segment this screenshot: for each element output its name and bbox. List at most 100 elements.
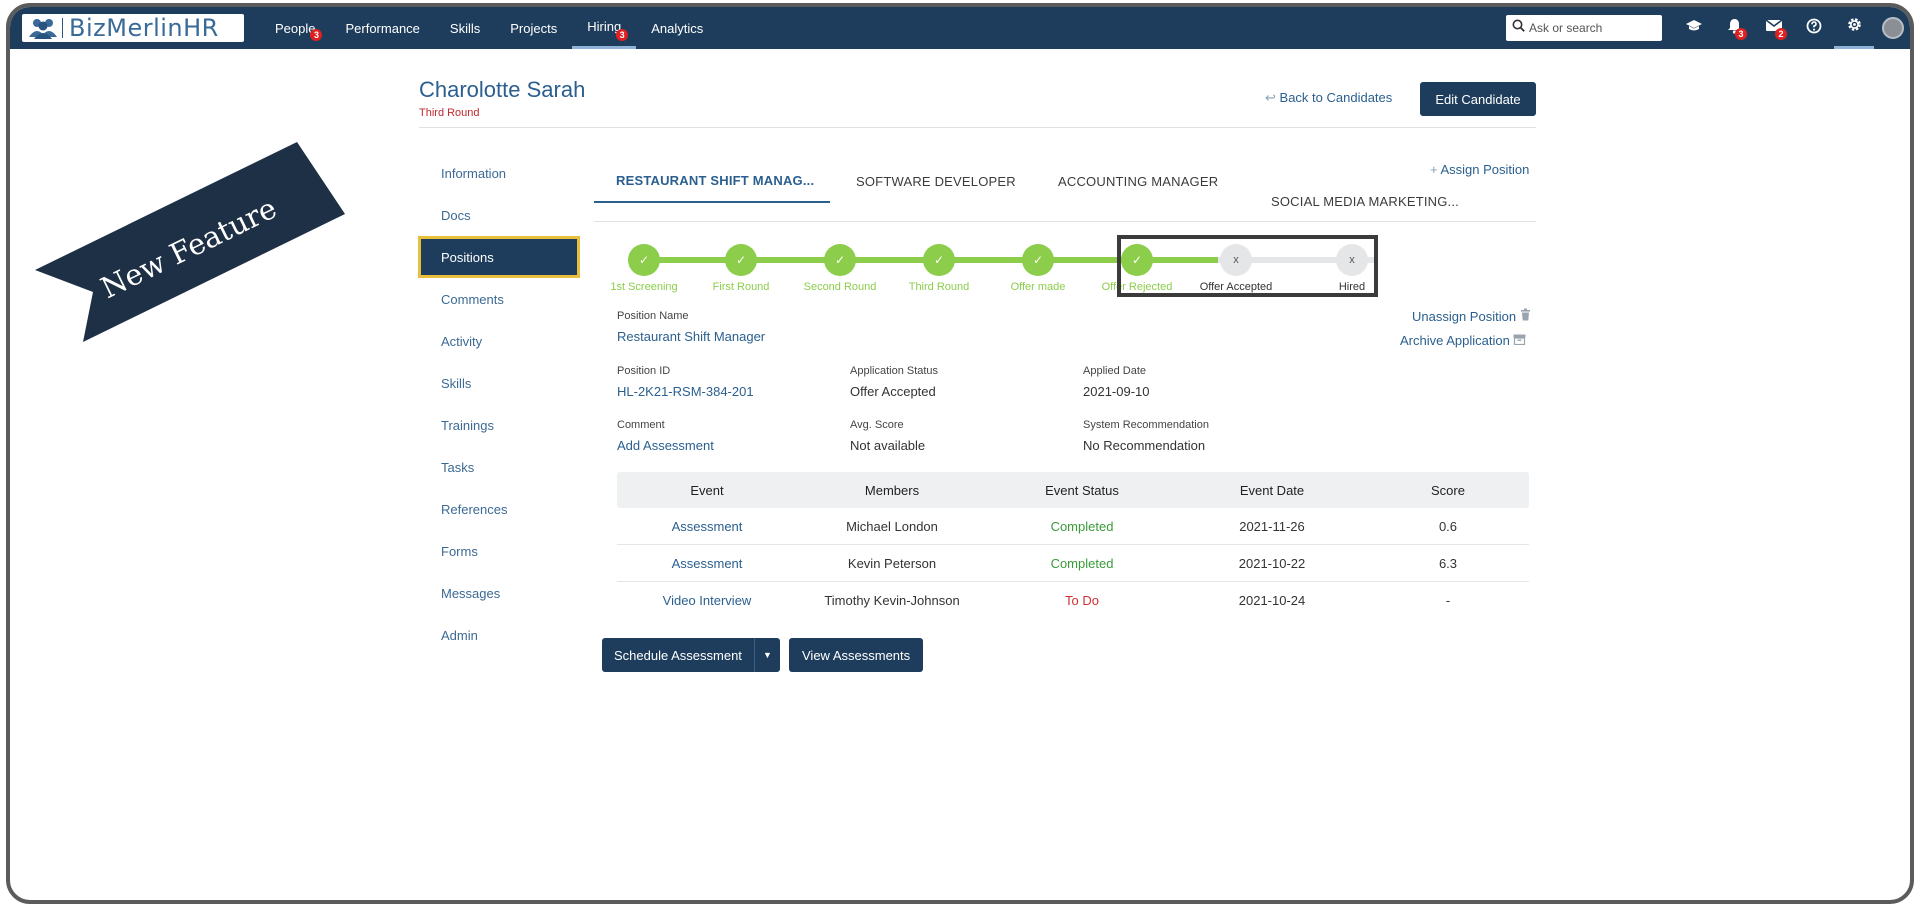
nav-right-tools: 3 2: [1506, 7, 1910, 49]
avg-score-label: Avg. Score: [850, 419, 904, 431]
tabs-divider: [594, 221, 1536, 222]
column-header-event-date: Event Date: [1239, 482, 1305, 498]
top-navigation-bar: BizMerlinHR People 3 Performance Skills …: [10, 7, 1910, 49]
new-feature-ribbon: New Feature: [35, 142, 345, 342]
side-item-tasks[interactable]: Tasks: [418, 446, 580, 488]
logo-text: BizMerlinHR: [69, 14, 219, 42]
checkmark-icon: ✓: [834, 253, 846, 267]
main-nav: People 3 Performance Skills Projects Hir…: [260, 7, 718, 49]
table-row: Assessment Kevin Peterson Completed 2021…: [617, 545, 1529, 582]
search-box[interactable]: [1506, 15, 1662, 41]
nav-item-skills[interactable]: Skills: [435, 7, 495, 49]
side-item-skills[interactable]: Skills: [418, 362, 580, 404]
checkmark-icon: ✓: [735, 253, 747, 267]
event-link[interactable]: Video Interview: [617, 593, 797, 608]
application-status-label: Application Status: [850, 365, 939, 377]
side-item-comments[interactable]: Comments: [418, 278, 580, 320]
pipeline-step-offer-made[interactable]: ✓: [1022, 244, 1054, 276]
tab-social-media-marketing[interactable]: SOCIAL MEDIA MARKETING...: [1271, 194, 1459, 209]
notifications-button[interactable]: 3: [1714, 7, 1754, 49]
help-icon: [1806, 18, 1822, 39]
nav-item-analytics[interactable]: Analytics: [636, 7, 718, 49]
candidate-side-menu: Information Docs Positions Comments Acti…: [418, 152, 580, 656]
events-table-header: Event Members Event Status Event Date Sc…: [617, 472, 1529, 508]
message-count-badge: 2: [1775, 28, 1787, 40]
tab-restaurant-shift-manager[interactable]: RESTAURANT SHIFT MANAG...: [616, 173, 814, 188]
side-item-trainings[interactable]: Trainings: [418, 404, 580, 446]
pipeline-step-first-round[interactable]: ✓: [725, 244, 757, 276]
pipeline-step-second-round[interactable]: ✓: [824, 244, 856, 276]
nav-item-projects[interactable]: Projects: [495, 7, 572, 49]
back-to-candidates-link[interactable]: ↩ Back to Candidates: [1265, 90, 1392, 106]
side-item-positions[interactable]: Positions: [418, 236, 580, 278]
messages-button[interactable]: 2: [1754, 7, 1794, 49]
side-item-docs[interactable]: Docs: [418, 194, 580, 236]
side-item-activity[interactable]: Activity: [418, 320, 580, 362]
event-status: Completed: [1050, 518, 1114, 534]
comment-label: Comment: [617, 419, 665, 431]
position-name-link[interactable]: Restaurant Shift Manager: [617, 329, 765, 344]
add-assessment-link[interactable]: Add Assessment: [617, 438, 714, 453]
learning-cap-button[interactable]: [1674, 7, 1714, 49]
event-link[interactable]: Assessment: [617, 556, 797, 571]
side-item-forms[interactable]: Forms: [418, 530, 580, 572]
system-recommendation-label: System Recommendation: [1083, 419, 1209, 431]
notification-count-badge: 3: [310, 29, 323, 41]
tab-software-developer[interactable]: SOFTWARE DEVELOPER: [856, 174, 1016, 189]
archive-application-label: Archive Application: [1400, 333, 1510, 348]
nav-item-label: Analytics: [651, 20, 704, 36]
event-score: -: [1445, 593, 1451, 608]
pipeline-step-label: Offer made: [1010, 281, 1066, 293]
nav-item-hiring[interactable]: Hiring 3: [572, 7, 637, 49]
app-window: BizMerlinHR People 3 Performance Skills …: [6, 3, 1914, 904]
notification-count-badge: 3: [616, 29, 629, 41]
trash-icon: [1520, 308, 1531, 324]
system-recommendation-value: No Recommendation: [1083, 438, 1206, 453]
assign-position-link[interactable]: + Assign Position: [1430, 162, 1529, 177]
side-item-admin[interactable]: Admin: [418, 614, 580, 656]
event-status: Completed: [1050, 555, 1114, 571]
position-name-label: Position Name: [617, 310, 689, 322]
archive-application-link[interactable]: Archive Application: [1400, 333, 1526, 348]
event-date: 2021-11-26: [1239, 518, 1305, 534]
tab-accounting-manager[interactable]: ACCOUNTING MANAGER: [1058, 174, 1218, 189]
nav-item-performance[interactable]: Performance: [330, 7, 434, 49]
nav-item-people[interactable]: People 3: [260, 7, 330, 49]
pipeline-step-label: 1st Screening: [610, 281, 678, 293]
people-group-icon: [28, 17, 58, 39]
plus-icon: +: [1430, 162, 1438, 177]
pipeline-step-third-round[interactable]: ✓: [923, 244, 955, 276]
unassign-position-link[interactable]: Unassign Position: [1412, 308, 1531, 324]
view-assessments-button[interactable]: View Assessments: [789, 638, 924, 672]
event-member: Timothy Kevin-Johnson: [824, 593, 960, 608]
position-id-link[interactable]: HL-2K21-RSM-384-201: [617, 384, 754, 399]
event-score: 6.3: [1438, 555, 1458, 571]
search-input[interactable]: [1529, 21, 1649, 35]
event-link[interactable]: Assessment: [617, 519, 797, 534]
user-avatar[interactable]: [1882, 17, 1904, 39]
schedule-assessment-button[interactable]: Schedule Assessment: [602, 638, 754, 672]
help-button[interactable]: [1794, 7, 1834, 49]
event-status: To Do: [1065, 593, 1099, 608]
settings-button[interactable]: [1834, 7, 1874, 49]
side-item-references[interactable]: References: [418, 488, 580, 530]
events-table: Event Members Event Status Event Date Sc…: [617, 472, 1529, 619]
new-feature-highlight-box: [1117, 235, 1378, 297]
pipeline-step-1st-screening[interactable]: ✓: [628, 244, 660, 276]
edit-candidate-button[interactable]: Edit Candidate: [1420, 82, 1536, 116]
archive-icon: [1513, 333, 1526, 348]
pipeline-step-label: First Round: [712, 281, 770, 293]
avg-score-value: Not available: [850, 438, 926, 453]
table-row: Assessment Michael London Completed 2021…: [617, 508, 1529, 545]
candidate-stage: Third Round: [419, 107, 480, 119]
side-item-messages[interactable]: Messages: [418, 572, 580, 614]
checkmark-icon: ✓: [933, 253, 945, 267]
applied-date-value: 2021-09-10: [1083, 384, 1150, 399]
side-item-information[interactable]: Information: [418, 152, 580, 194]
application-status-value: Offer Accepted: [850, 384, 936, 399]
assign-position-label: Assign Position: [1440, 162, 1530, 177]
app-logo[interactable]: BizMerlinHR: [22, 14, 244, 42]
column-header-score: Score: [1431, 482, 1465, 498]
column-header-event-status: Event Status: [1045, 482, 1119, 498]
schedule-dropdown-toggle[interactable]: ▼: [753, 638, 780, 672]
